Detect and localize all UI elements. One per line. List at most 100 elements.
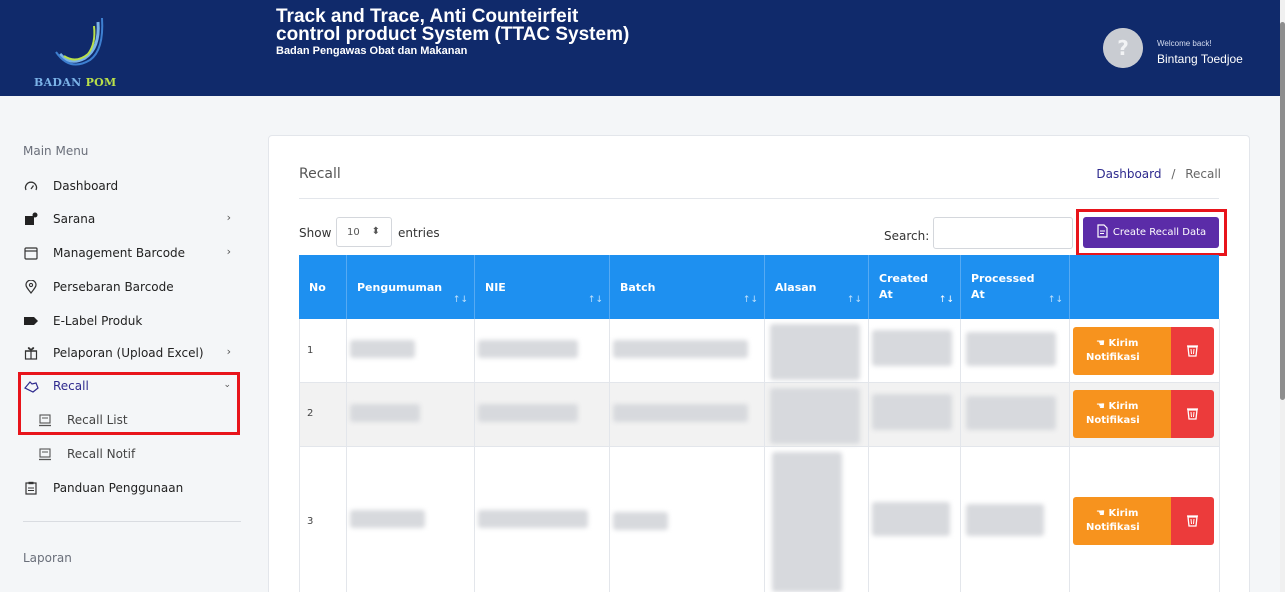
column-header-actions	[1069, 255, 1219, 319]
sidebar-item-label: Management Barcode	[53, 246, 186, 260]
notifikasi-label: Notifikasi	[1086, 522, 1140, 533]
main-menu-heading: Main Menu	[23, 144, 89, 158]
blurred-cell	[478, 510, 588, 528]
column-header-created-at[interactable]: Created At ↑↓	[868, 255, 960, 319]
user-add-icon	[23, 211, 39, 227]
delete-button[interactable]	[1171, 497, 1214, 545]
sort-icon: ↑↓	[742, 295, 758, 305]
sidebar-divider	[23, 521, 241, 522]
send-hand-icon: ☚	[1096, 508, 1109, 519]
sidebar-item-persebaran-barcode[interactable]: Persebaran Barcode	[23, 275, 233, 299]
blurred-cell	[966, 504, 1044, 536]
blurred-cell	[350, 340, 415, 358]
app-title: Track and Trace, Anti Counteirfeit contr…	[276, 7, 836, 57]
label-icon	[23, 313, 39, 329]
select-arrows-icon: ⬍	[371, 226, 380, 237]
table-border	[346, 319, 347, 592]
kirim-label: ☚ Kirim	[1096, 401, 1139, 412]
clipboard-icon	[23, 480, 39, 496]
blurred-cell	[872, 394, 952, 430]
gift-icon	[23, 345, 39, 361]
delete-button[interactable]	[1171, 327, 1214, 375]
sort-icon: ↑↓	[452, 295, 468, 305]
kirim-notifikasi-button[interactable]: ☚ Kirim Notifikasi	[1073, 327, 1171, 375]
badan-pom-logo[interactable]: BADAN POM	[30, 14, 130, 94]
column-header-no[interactable]: No	[299, 255, 346, 319]
blurred-cell	[966, 396, 1056, 430]
breadcrumb-dashboard-link[interactable]: Dashboard	[1096, 167, 1161, 181]
entries-label: entries	[398, 226, 440, 240]
send-hand-icon: ☚	[1096, 401, 1109, 412]
table-border	[474, 319, 475, 592]
top-header: BADAN POM Track and Trace, Anti Counteir…	[0, 0, 1280, 96]
column-header-nie[interactable]: NIE ↑↓	[474, 255, 609, 319]
table-border	[868, 319, 869, 592]
blurred-cell	[770, 388, 860, 444]
avatar[interactable]: ?	[1103, 28, 1143, 68]
sort-icon: ↑↓	[1047, 295, 1063, 305]
delete-button[interactable]	[1171, 390, 1214, 438]
highlight-box-recall-menu	[18, 372, 240, 435]
laporan-heading: Laporan	[23, 551, 72, 565]
blurred-cell	[613, 512, 668, 530]
sidebar-item-label: Persebaran Barcode	[53, 280, 174, 294]
kirim-notifikasi-button[interactable]: ☚ Kirim Notifikasi	[1073, 497, 1171, 545]
sidebar-item-sarana[interactable]: Sarana ›	[23, 207, 233, 231]
blurred-cell	[872, 502, 950, 536]
user-placeholder-icon: ?	[1103, 28, 1143, 68]
breadcrumb-current: Recall	[1185, 167, 1221, 181]
column-header-pengumuman[interactable]: Pengumuman ↑↓	[346, 255, 474, 319]
search-label: Search:	[884, 229, 930, 243]
title-line-2: control product System (TTAC System)	[276, 24, 630, 45]
sidebar-item-label: E-Label Produk	[53, 314, 143, 328]
entries-select[interactable]: 10 ⬍	[336, 217, 392, 247]
welcome-text: Welcome back!	[1157, 39, 1212, 48]
logo-text: BADAN POM	[34, 76, 117, 89]
sidebar-item-panduan[interactable]: Panduan Penggunaan	[23, 476, 233, 500]
speedometer-icon	[23, 178, 39, 194]
kirim-notifikasi-button[interactable]: ☚ Kirim Notifikasi	[1073, 390, 1171, 438]
sidebar-item-label: Pelaporan (Upload Excel)	[53, 346, 204, 360]
blurred-cell	[478, 404, 578, 422]
username[interactable]: Bintang Toedjoe	[1157, 52, 1243, 66]
sidebar-item-management-barcode[interactable]: Management Barcode ›	[23, 241, 233, 265]
table-border	[1069, 319, 1070, 592]
column-header-alasan[interactable]: Alasan ↑↓	[764, 255, 868, 319]
table-border	[960, 319, 961, 592]
column-header-batch[interactable]: Batch ↑↓	[609, 255, 764, 319]
chevron-right-icon: ›	[226, 245, 231, 258]
highlight-box-create-button	[1076, 209, 1227, 256]
trash-icon	[1186, 343, 1199, 360]
sort-icon: ↑↓	[938, 295, 954, 305]
breadcrumb: Dashboard / Recall	[1096, 167, 1221, 181]
blurred-cell	[350, 510, 425, 528]
card-divider	[299, 198, 1219, 199]
search-input[interactable]	[933, 217, 1073, 249]
chevron-right-icon: ›	[226, 345, 231, 358]
sort-icon: ↑↓	[846, 295, 862, 305]
sidebar-item-e-label-produk[interactable]: E-Label Produk	[23, 309, 233, 333]
blurred-cell	[770, 324, 860, 380]
sidebar-item-pelaporan[interactable]: Pelaporan (Upload Excel) ›	[23, 341, 233, 365]
table-border	[609, 319, 610, 592]
location-pin-icon	[23, 279, 39, 295]
sidebar-item-label: Dashboard	[53, 179, 119, 193]
column-header-processed-at[interactable]: Processed At ↑↓	[960, 255, 1069, 319]
blurred-cell	[613, 404, 748, 422]
app-subtitle: Badan Pengawas Obat dan Makanan	[276, 45, 468, 57]
svg-text:?: ?	[1117, 36, 1129, 60]
sidebar-item-recall-notif[interactable]: Recall Notif	[37, 442, 227, 466]
scrollbar-thumb[interactable]	[1280, 22, 1285, 400]
kirim-label: ☚ Kirim	[1096, 338, 1139, 349]
blurred-cell	[772, 452, 842, 592]
page-title: Recall	[299, 166, 341, 182]
blurred-cell	[478, 340, 578, 358]
breadcrumb-separator: /	[1171, 167, 1176, 181]
trash-icon	[1186, 513, 1199, 530]
sort-icon: ↑↓	[587, 295, 603, 305]
cell-no: 1	[307, 345, 314, 356]
sidebar-item-dashboard[interactable]: Dashboard	[23, 174, 233, 198]
logo-swoosh-icon	[55, 17, 104, 66]
cell-no: 2	[307, 408, 314, 419]
blurred-cell	[350, 404, 420, 422]
